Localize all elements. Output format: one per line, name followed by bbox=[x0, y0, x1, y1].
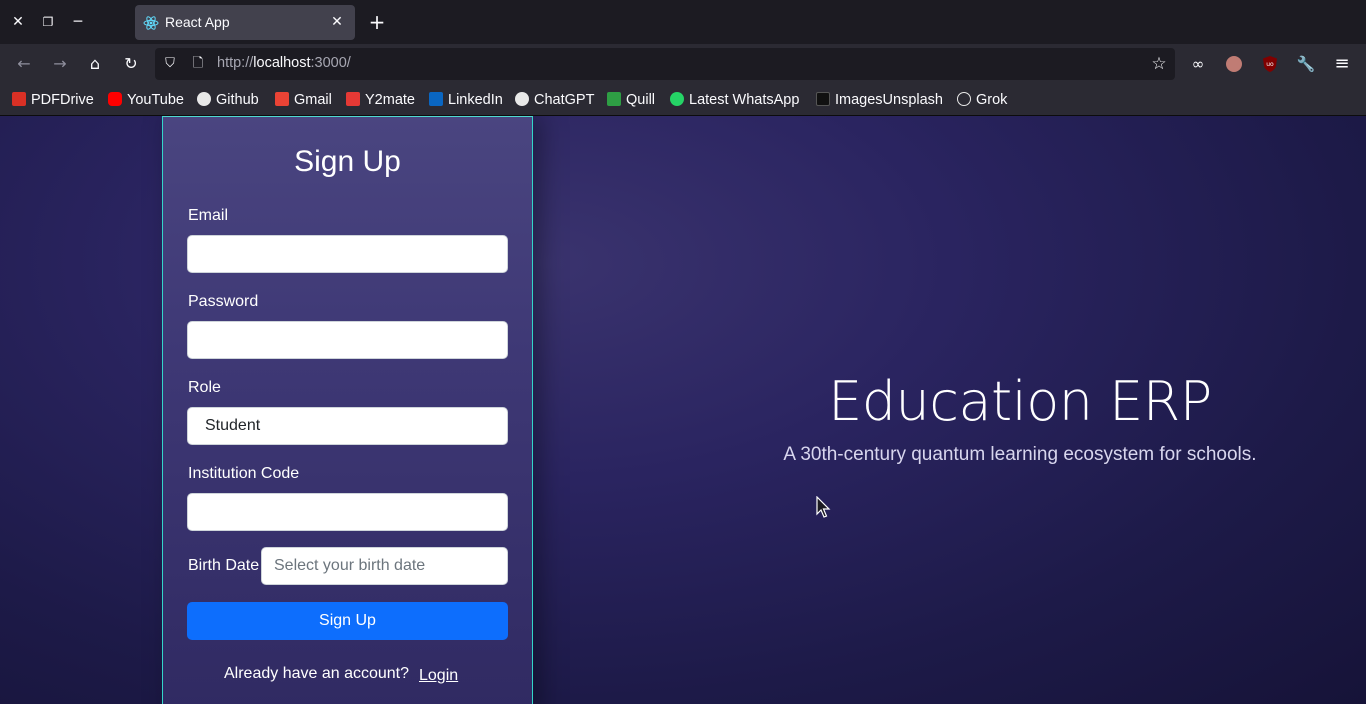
bookmark-pdfdrive[interactable]: PDFDrive bbox=[12, 91, 94, 109]
tab-react-app[interactable]: React App ✕ bbox=[135, 5, 355, 40]
birth-date-label: Birth Date bbox=[188, 557, 260, 574]
bookmark-chatgpt[interactable]: ChatGPT bbox=[515, 91, 594, 109]
chatgpt-icon bbox=[515, 92, 529, 106]
linkedin-icon bbox=[429, 92, 443, 106]
forward-icon[interactable]: → bbox=[49, 53, 71, 75]
password-field[interactable] bbox=[187, 321, 508, 359]
quill-icon bbox=[607, 92, 621, 106]
tab-title: React App bbox=[165, 14, 230, 30]
reload-icon[interactable]: ↻ bbox=[120, 53, 142, 75]
institution-code-field[interactable] bbox=[187, 493, 508, 531]
bookmark-latest-whatsapp[interactable]: Latest WhatsApp bbox=[670, 91, 799, 109]
bookmarks-bar: PDFDrive YouTube Github Gmail Y2mate Lin… bbox=[0, 84, 1366, 116]
navigation-bar: ← → ⌂ ↻ ⛉ 🗋 http://localhost:3000/ ☆ ∞ u… bbox=[0, 44, 1366, 84]
role-select[interactable]: Student bbox=[187, 407, 508, 445]
email-label: Email bbox=[188, 207, 229, 224]
mouse-cursor-icon bbox=[816, 496, 831, 518]
svg-text:uo: uo bbox=[1266, 61, 1274, 68]
restore-window-icon[interactable]: ❐ bbox=[38, 12, 58, 32]
bookmark-star-icon[interactable]: ☆ bbox=[1149, 54, 1169, 74]
hero-title: Education ERP bbox=[828, 370, 1212, 433]
bookmark-youtube[interactable]: YouTube bbox=[108, 91, 184, 109]
gmail-icon bbox=[275, 92, 289, 106]
page-content: Sign Up Email Password Role Student Inst… bbox=[0, 116, 1366, 704]
profile-avatar-icon[interactable] bbox=[1223, 53, 1245, 75]
signup-button[interactable]: Sign Up bbox=[187, 602, 508, 640]
bookmark-github[interactable]: Github bbox=[197, 91, 259, 109]
new-tab-icon[interactable]: + bbox=[367, 12, 387, 32]
menu-icon[interactable]: ≡ bbox=[1331, 53, 1353, 75]
login-link[interactable]: Login bbox=[419, 667, 458, 685]
url-bar[interactable]: ⛉ 🗋 http://localhost:3000/ ☆ bbox=[155, 48, 1175, 80]
birth-date-field[interactable]: Select your birth date bbox=[261, 547, 508, 585]
bookmark-grok[interactable]: Grok bbox=[957, 91, 1007, 109]
ublock-icon[interactable]: uo bbox=[1259, 53, 1281, 75]
whatsapp-icon bbox=[670, 92, 684, 106]
close-window-icon[interactable]: ✕ bbox=[8, 12, 28, 32]
tracking-shield-icon[interactable]: ⛉ bbox=[161, 55, 179, 73]
youtube-icon bbox=[108, 92, 122, 106]
private-mask-icon[interactable]: ∞ bbox=[1187, 53, 1209, 75]
minimize-window-icon[interactable]: ─ bbox=[68, 12, 88, 32]
page-info-icon[interactable]: 🗋 bbox=[189, 55, 207, 73]
url-text[interactable]: http://localhost:3000/ bbox=[217, 55, 351, 71]
bookmark-linkedin[interactable]: LinkedIn bbox=[429, 91, 503, 109]
tools-wrench-icon[interactable]: 🔧 bbox=[1295, 53, 1317, 75]
github-icon bbox=[197, 92, 211, 106]
bookmark-quill[interactable]: Quill bbox=[607, 91, 655, 109]
tab-close-icon[interactable]: ✕ bbox=[327, 12, 347, 32]
email-field[interactable] bbox=[187, 235, 508, 273]
already-account-text: Already have an account? bbox=[224, 665, 410, 682]
institution-code-label: Institution Code bbox=[188, 465, 300, 482]
home-icon[interactable]: ⌂ bbox=[84, 53, 106, 75]
signup-title: Sign Up bbox=[294, 145, 401, 178]
role-label: Role bbox=[188, 379, 221, 396]
unsplash-icon bbox=[816, 92, 830, 106]
tab-bar: ✕ ❐ ─ React App ✕ + bbox=[0, 0, 1366, 44]
signup-card: Sign Up Email Password Role Student Inst… bbox=[162, 116, 533, 704]
y2mate-icon bbox=[346, 92, 360, 106]
password-label: Password bbox=[188, 293, 259, 310]
react-icon bbox=[143, 16, 159, 30]
hero-subtitle: A 30th-century quantum learning ecosyste… bbox=[783, 444, 1257, 465]
grok-icon bbox=[957, 92, 971, 106]
bookmark-y2mate[interactable]: Y2mate bbox=[346, 91, 415, 109]
pdfdrive-icon bbox=[12, 92, 26, 106]
bookmark-imagesunsplash[interactable]: ImagesUnsplash bbox=[816, 91, 943, 109]
back-icon[interactable]: ← bbox=[13, 53, 35, 75]
bookmark-gmail[interactable]: Gmail bbox=[275, 91, 332, 109]
